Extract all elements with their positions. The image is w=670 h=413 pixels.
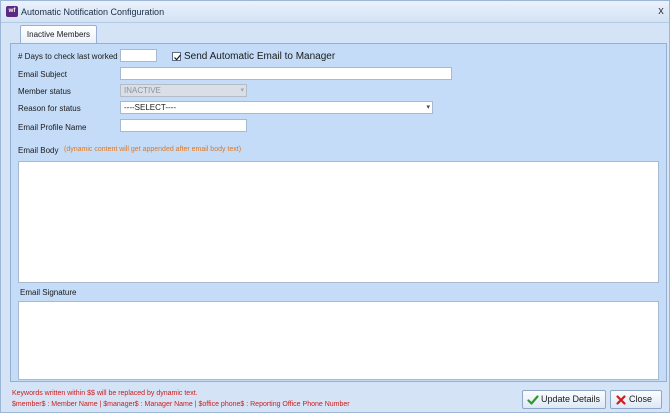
reason-select[interactable]: ----SELECT---- ▾ bbox=[120, 101, 433, 114]
update-details-label: Update Details bbox=[541, 394, 601, 404]
close-window-icon[interactable]: x bbox=[655, 4, 667, 18]
member-status-select: INACTIVE ▾ bbox=[120, 84, 247, 97]
days-input[interactable] bbox=[120, 49, 157, 62]
app-icon: wf bbox=[6, 6, 18, 17]
chevron-down-icon: ▾ bbox=[240, 87, 244, 94]
title-bar: wf Automatic Notification Configuration … bbox=[1, 1, 669, 23]
window-title: Automatic Notification Configuration bbox=[21, 7, 165, 17]
green-check-icon bbox=[527, 395, 539, 405]
email-signature-label: Email Signature bbox=[20, 288, 77, 297]
subject-label: Email Subject bbox=[18, 70, 67, 79]
days-label: # Days to check last worked bbox=[18, 52, 118, 61]
email-body-textarea[interactable] bbox=[18, 161, 659, 283]
send-email-checkbox[interactable] bbox=[172, 52, 181, 61]
profile-label: Email Profile Name bbox=[18, 123, 87, 132]
email-subject-input[interactable] bbox=[120, 67, 452, 80]
chevron-down-icon[interactable]: ▾ bbox=[426, 102, 430, 113]
update-details-button[interactable]: Update Details bbox=[522, 390, 606, 409]
member-status-label: Member status bbox=[18, 87, 71, 96]
tab-inactive-members[interactable]: Inactive Members bbox=[20, 25, 97, 43]
email-body-hint: (dynamic content will get appended after… bbox=[64, 146, 242, 153]
email-profile-input[interactable] bbox=[120, 119, 247, 132]
close-label: Close bbox=[629, 394, 653, 404]
keywords-note: Keywords written within $$ will be repla… bbox=[12, 390, 198, 397]
keywords-legend: $member$ : Member Name | $manager$ : Man… bbox=[12, 401, 350, 408]
member-status-value: INACTIVE bbox=[124, 86, 161, 95]
send-email-label[interactable]: Send Automatic Email to Manager bbox=[184, 51, 335, 62]
red-x-icon bbox=[616, 395, 626, 405]
reason-label: Reason for status bbox=[18, 104, 81, 113]
email-body-label: Email Body bbox=[18, 146, 59, 155]
check-icon bbox=[174, 54, 181, 61]
reason-select-value: ----SELECT---- bbox=[124, 103, 176, 112]
email-signature-textarea[interactable] bbox=[18, 301, 659, 380]
dialog-window: wf Automatic Notification Configuration … bbox=[0, 0, 670, 413]
close-button[interactable]: Close bbox=[610, 390, 662, 409]
